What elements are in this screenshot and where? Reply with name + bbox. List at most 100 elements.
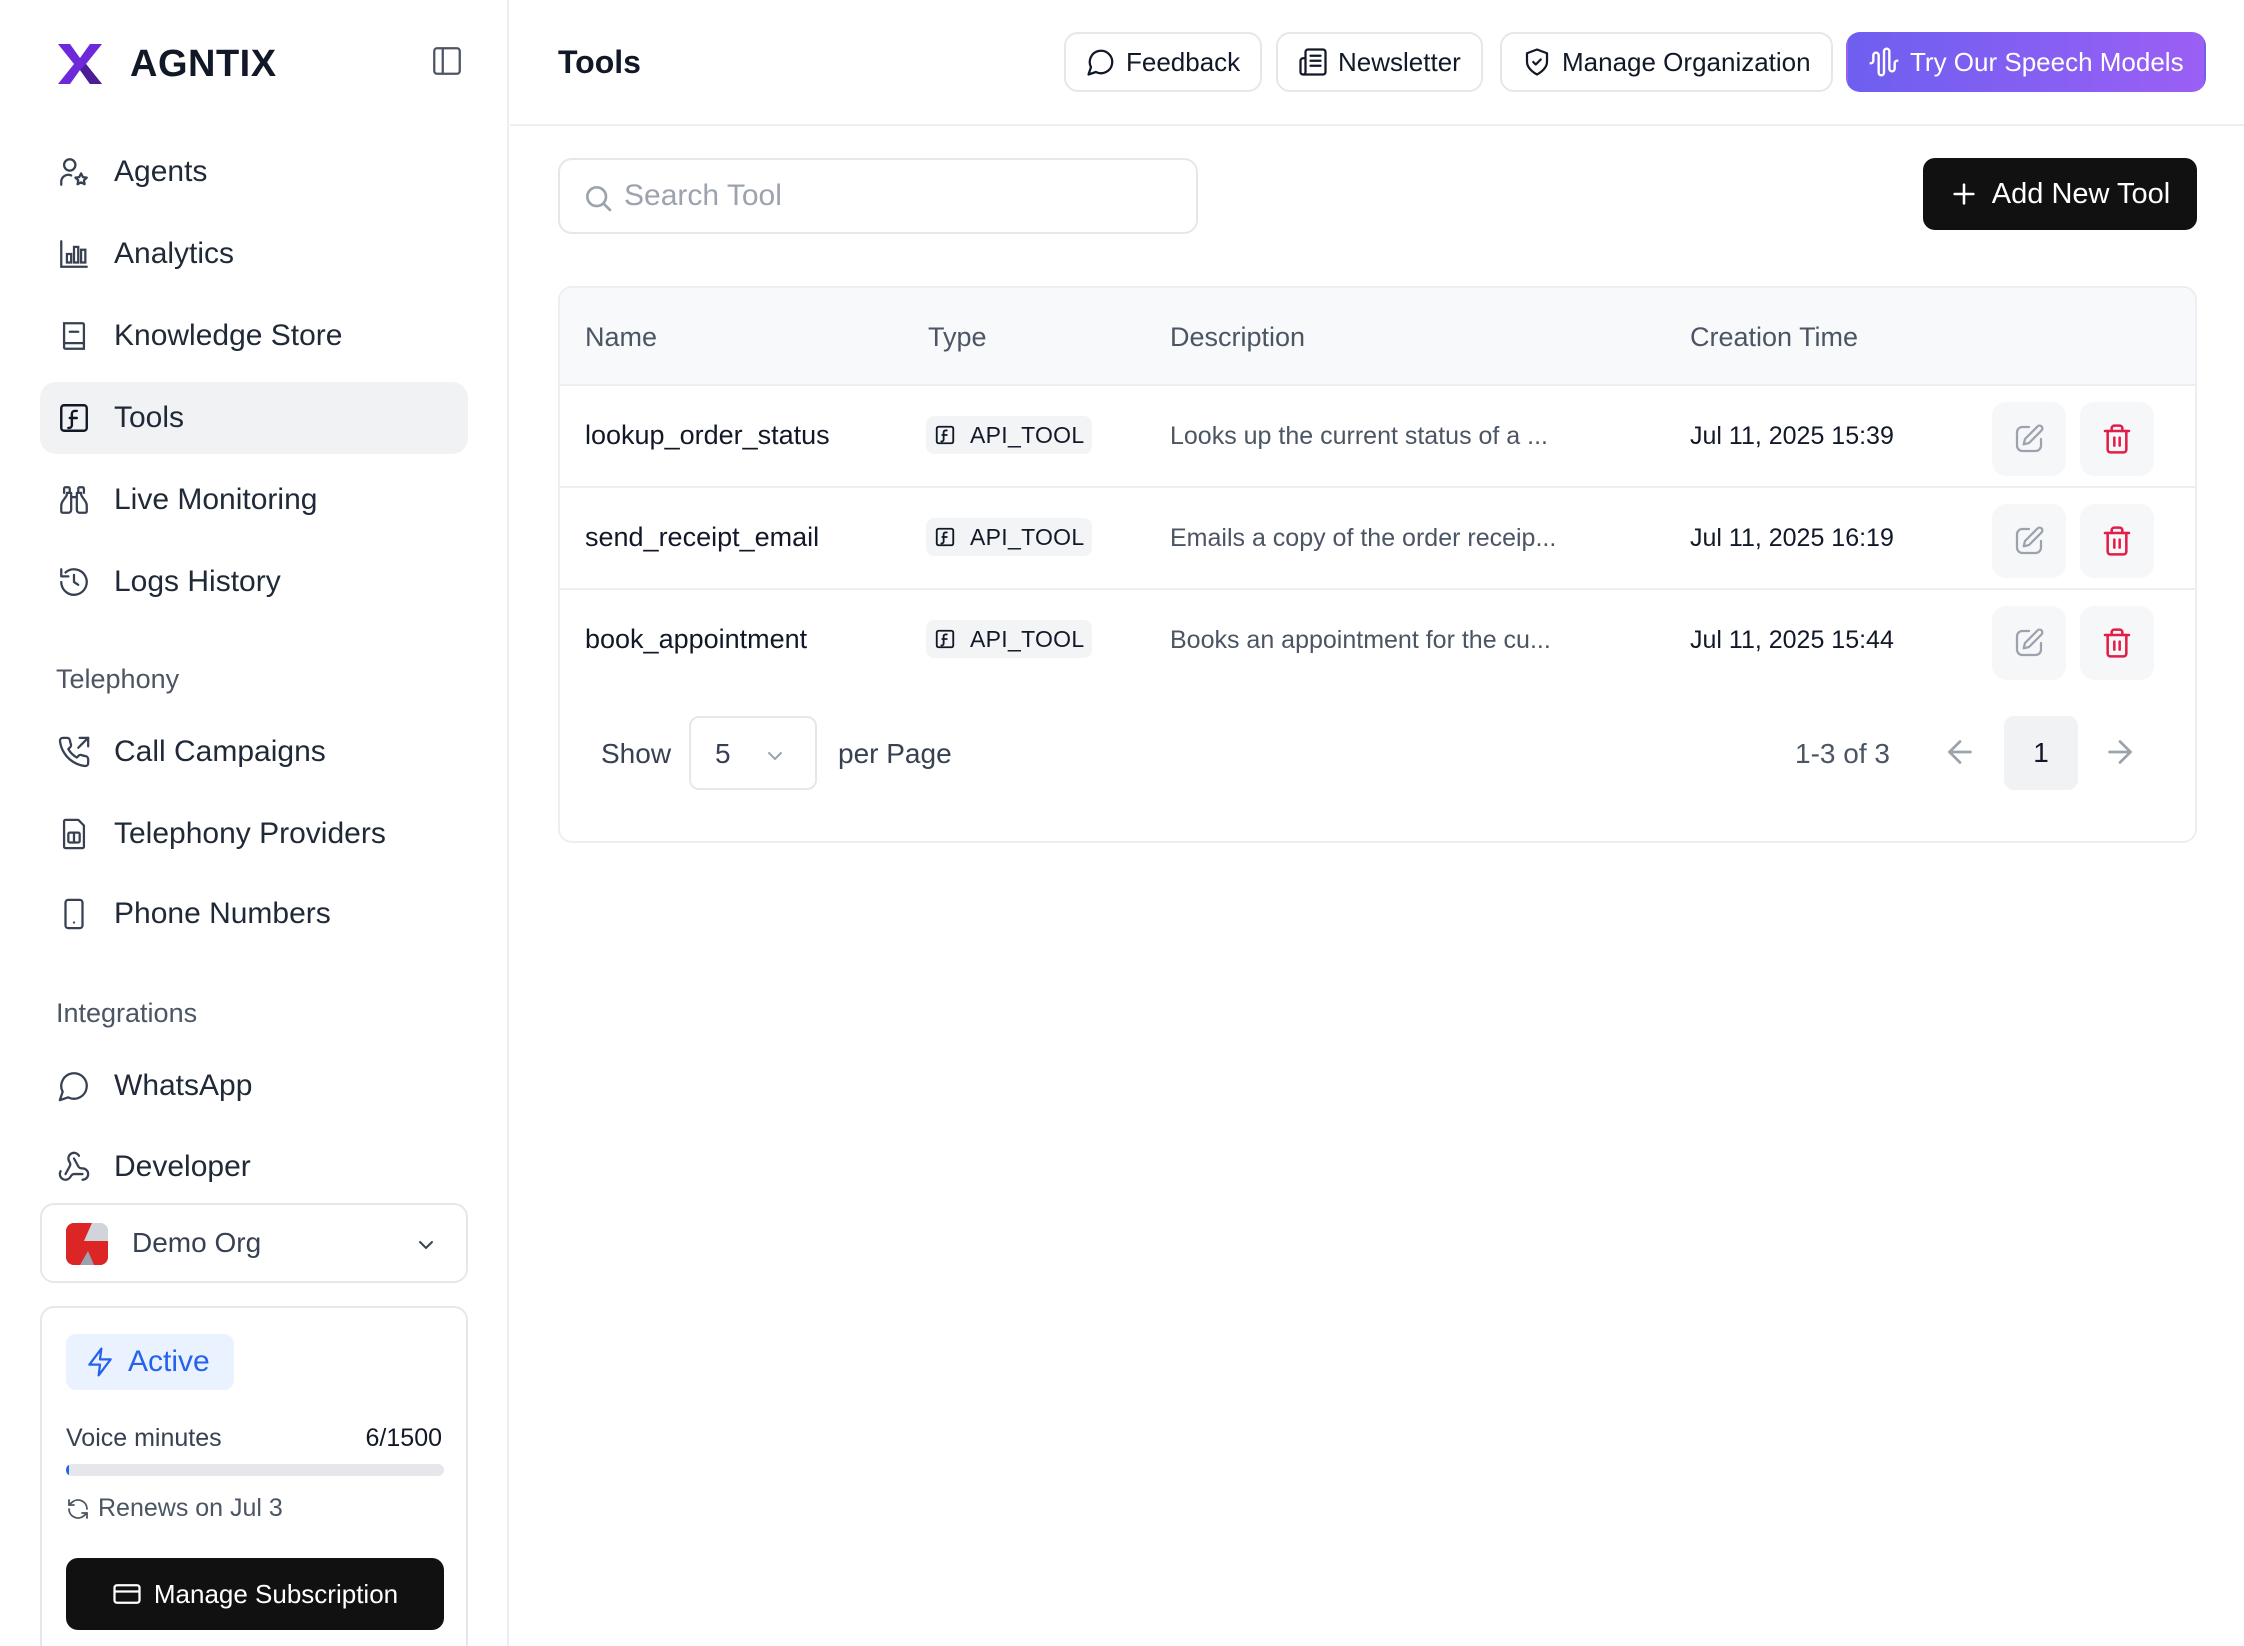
manage-subscription-label: Manage Subscription <box>153 1578 399 1609</box>
arrow-left-icon[interactable] <box>1942 734 1978 770</box>
brand[interactable]: AGNTIX <box>56 40 277 88</box>
manage-organization-button[interactable]: Manage Organization <box>1500 32 1833 92</box>
sidebar-item-call-campaigns[interactable]: Call Campaigns <box>40 716 468 788</box>
status-badge: Active <box>66 1334 234 1390</box>
edit-tool-button[interactable] <box>1992 606 2066 680</box>
zap-icon <box>88 1347 112 1377</box>
table-row[interactable]: book_appointment API_TOOL Books an appoi… <box>560 590 2195 692</box>
integrations-section-title: Integrations <box>56 998 198 1028</box>
binoculars-icon <box>56 482 92 518</box>
sidebar-item-phone-numbers[interactable]: Phone Numbers <box>40 878 468 950</box>
edit-icon <box>2015 526 2044 555</box>
sidebar-toggle-button[interactable] <box>430 44 464 78</box>
sidebar: AGNTIX Agents Analytics Knowledge Store … <box>0 0 509 1646</box>
delete-tool-button[interactable] <box>2080 606 2154 680</box>
panel-left-icon <box>433 47 461 75</box>
refresh-icon <box>68 1498 88 1519</box>
sidebar-item-label: Live Monitoring <box>114 483 318 516</box>
column-header-type: Type <box>928 322 987 352</box>
sidebar-item-analytics[interactable]: Analytics <box>40 218 468 290</box>
function-square-icon <box>935 425 955 445</box>
column-header-description: Description <box>1170 322 1306 352</box>
top-header: Tools Feedback Newsletter Manage Organiz… <box>510 0 2244 126</box>
page-number: 1 <box>2033 737 2049 768</box>
message-circle-icon <box>1087 49 1114 76</box>
history-icon <box>56 564 92 600</box>
org-name: Demo Org <box>132 1227 262 1258</box>
tool-creation-time: Jul 11, 2025 15:44 <box>1690 626 1894 654</box>
sidebar-item-tools[interactable]: Tools <box>40 382 468 454</box>
usage-progress <box>66 1464 444 1476</box>
edit-icon <box>2015 424 2044 453</box>
user-star-icon <box>56 154 92 190</box>
usage-progress-fill <box>66 1464 70 1476</box>
usage-value: 6/1500 <box>365 1424 442 1452</box>
manage-subscription-button[interactable]: Manage Subscription <box>66 1558 444 1630</box>
sidebar-item-developer[interactable]: Developer <box>40 1131 468 1203</box>
sidebar-item-agents[interactable]: Agents <box>40 136 468 208</box>
trash-icon <box>2103 628 2131 658</box>
add-new-tool-button[interactable]: Add New Tool <box>1923 158 2197 230</box>
table-row[interactable]: send_receipt_email API_TOOL Emails a cop… <box>560 488 2195 590</box>
per-page-label: per Page <box>838 738 952 769</box>
newsletter-label: Newsletter <box>1338 46 1461 77</box>
type-badge: API_TOOL <box>926 518 1093 556</box>
sidebar-item-live-monitoring[interactable]: Live Monitoring <box>40 464 468 536</box>
usage-label: Voice minutes <box>66 1424 222 1452</box>
show-label: Show <box>601 738 672 769</box>
add-new-tool-label: Add New Tool <box>1991 177 2171 210</box>
try-speech-models-label: Try Our Speech Models <box>1910 46 2184 77</box>
trash-icon <box>2103 526 2131 556</box>
sidebar-item-whatsapp[interactable]: WhatsApp <box>40 1050 468 1122</box>
edit-tool-button[interactable] <box>1992 402 2066 476</box>
pagination: Show 5 per Page 1-3 of 3 1 <box>560 702 2195 822</box>
type-badge: API_TOOL <box>926 620 1093 658</box>
status-label: Active <box>128 1345 210 1378</box>
per-page-value: 5 <box>715 738 731 769</box>
webhook-icon <box>56 1149 92 1185</box>
newspaper-icon <box>1299 48 1327 76</box>
tool-creation-time: Jul 11, 2025 15:39 <box>1690 422 1894 450</box>
tool-name: send_receipt_email <box>585 522 820 552</box>
telephony-section-title: Telephony <box>56 664 180 694</box>
function-square-icon <box>935 629 955 649</box>
tool-description: Looks up the current status of a ... <box>1170 422 1548 450</box>
delete-tool-button[interactable] <box>2080 504 2154 578</box>
chevron-down-icon <box>419 1241 433 1250</box>
page-button-current[interactable]: 1 <box>2004 716 2078 790</box>
manage-organization-label: Manage Organization <box>1562 46 1811 77</box>
sim-card-icon <box>56 816 92 852</box>
arrow-right-icon[interactable] <box>2102 734 2138 770</box>
brand-name: AGNTIX <box>130 42 277 85</box>
shield-check-icon <box>1525 48 1549 76</box>
search-input[interactable] <box>624 160 1184 232</box>
sidebar-item-label: Phone Numbers <box>114 897 331 930</box>
sidebar-item-telephony-providers[interactable]: Telephony Providers <box>40 798 468 870</box>
tool-name: book_appointment <box>585 624 808 654</box>
org-select[interactable]: Demo Org <box>40 1203 468 1283</box>
phone-outgoing-icon <box>56 734 92 770</box>
tool-description: Emails a copy of the order receip... <box>1170 524 1557 552</box>
sidebar-item-knowledge-store[interactable]: Knowledge Store <box>40 300 468 372</box>
newsletter-button[interactable]: Newsletter <box>1276 32 1483 92</box>
tool-type: API_TOOL <box>970 523 1085 550</box>
tools-table: Name Type Description Creation Time look… <box>558 286 2197 843</box>
sidebar-item-label: Developer <box>114 1150 251 1183</box>
sidebar-item-label: Analytics <box>114 237 235 270</box>
subscription-card: Active Voice minutes 6/1500 Renews on Ju… <box>40 1306 468 1646</box>
feedback-label: Feedback <box>1126 46 1241 77</box>
chevron-down-icon <box>768 752 782 761</box>
per-page-select[interactable]: 5 <box>689 716 817 790</box>
credit-card-icon <box>113 1584 141 1604</box>
function-square-icon <box>935 527 955 547</box>
sidebar-item-logs-history[interactable]: Logs History <box>40 546 468 618</box>
table-row[interactable]: lookup_order_status API_TOOL Looks up th… <box>560 386 2195 488</box>
edit-tool-button[interactable] <box>1992 504 2066 578</box>
feedback-button[interactable]: Feedback <box>1064 32 1263 92</box>
tool-type: API_TOOL <box>970 421 1085 448</box>
function-square-icon <box>56 400 92 436</box>
trash-icon <box>2103 424 2131 454</box>
tool-description: Books an appointment for the cu... <box>1170 626 1551 654</box>
try-speech-models-button[interactable]: Try Our Speech Models <box>1846 32 2206 92</box>
delete-tool-button[interactable] <box>2080 402 2154 476</box>
